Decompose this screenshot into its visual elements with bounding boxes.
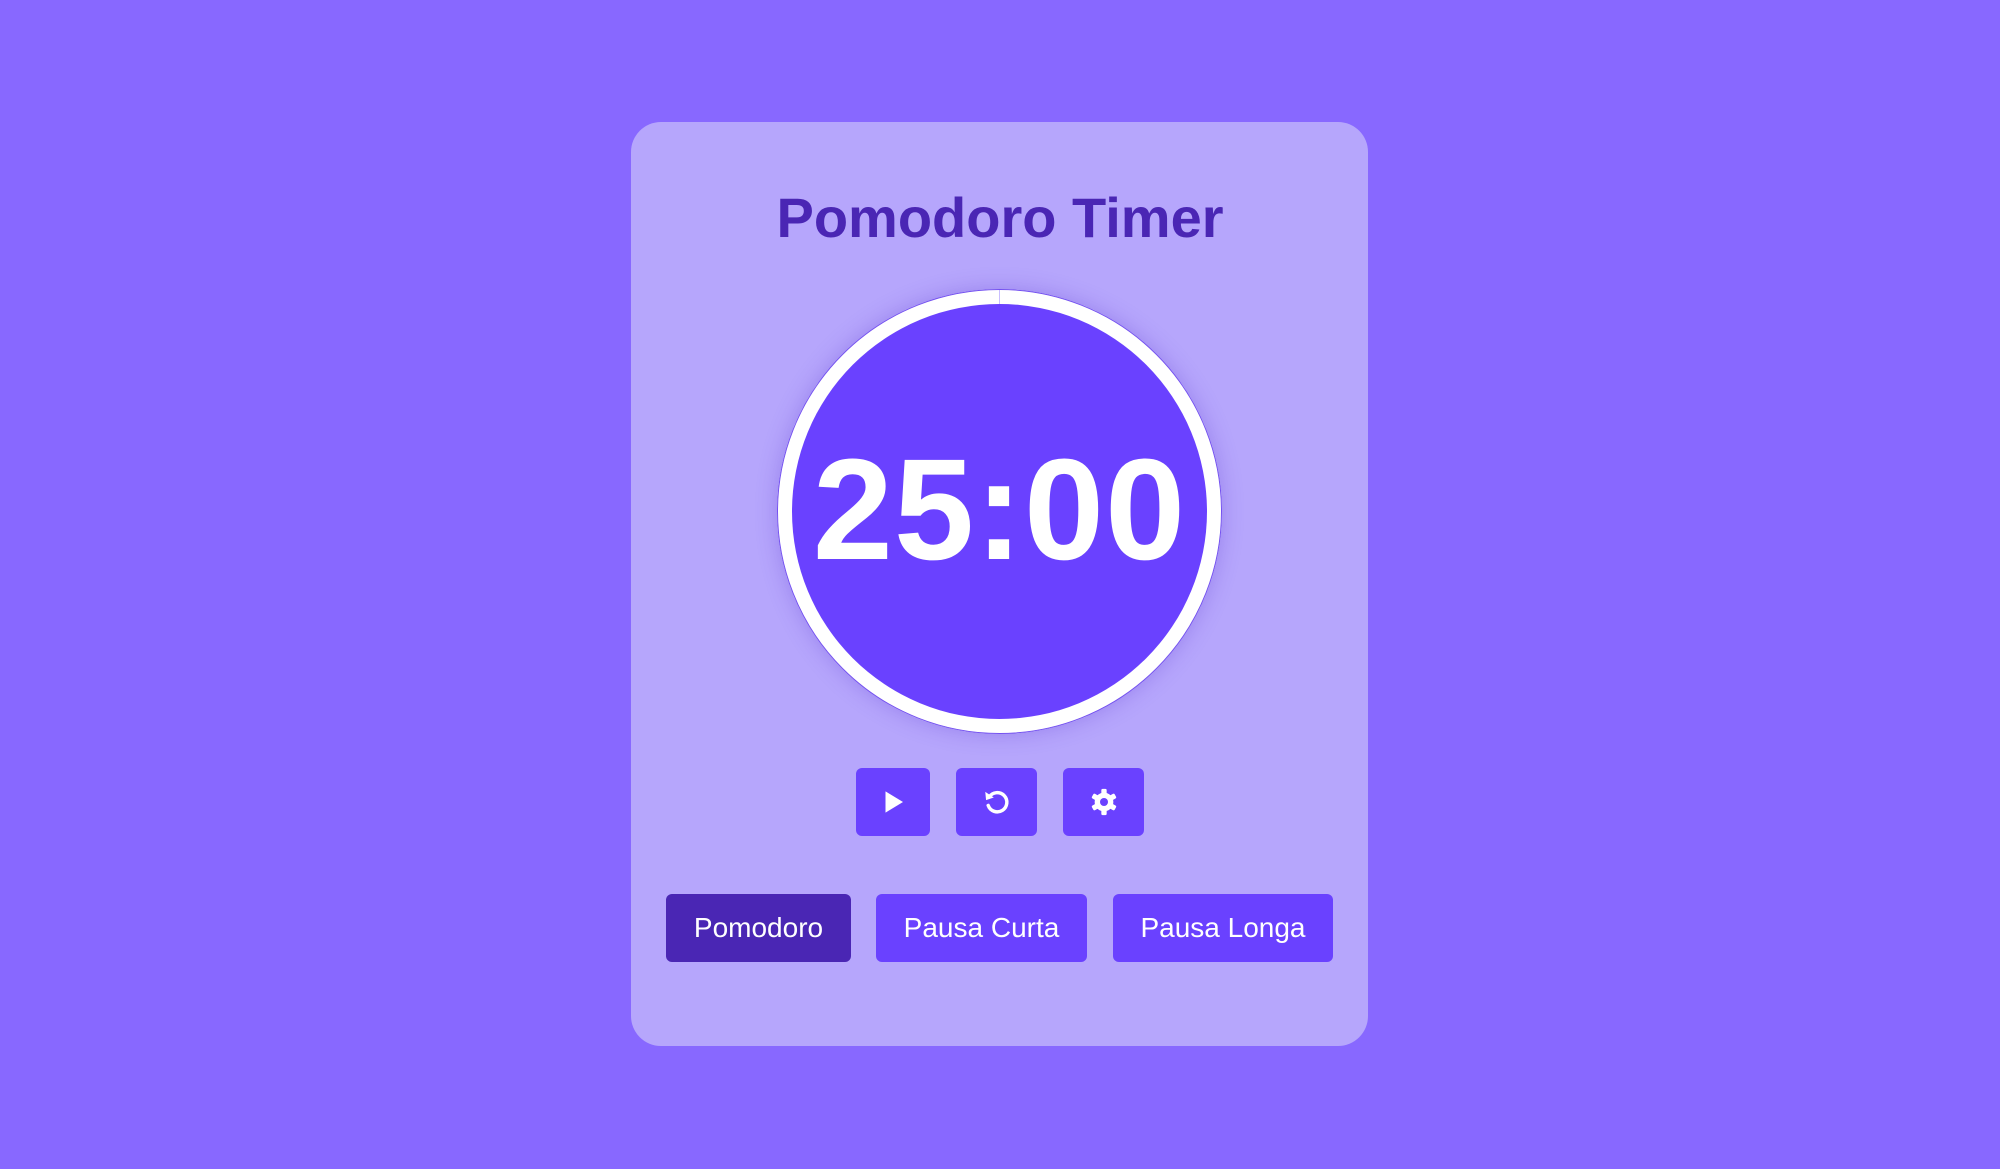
gear-icon	[1091, 788, 1116, 816]
settings-button[interactable]	[1063, 768, 1144, 836]
time-display: 25:00	[812, 428, 1187, 590]
play-button[interactable]	[856, 768, 930, 836]
play-icon	[885, 791, 903, 813]
mode-pomodoro-button[interactable]: Pomodoro	[666, 894, 851, 962]
timer-progress-ring: 25:00	[777, 289, 1222, 734]
reset-icon	[984, 790, 1009, 814]
mode-long-break-button[interactable]: Pausa Longa	[1113, 894, 1333, 962]
mode-short-break-button[interactable]: Pausa Curta	[876, 894, 1087, 962]
progress-start-marker	[999, 290, 1000, 304]
timer-face: 25:00	[792, 304, 1207, 719]
reset-button[interactable]	[956, 768, 1037, 836]
